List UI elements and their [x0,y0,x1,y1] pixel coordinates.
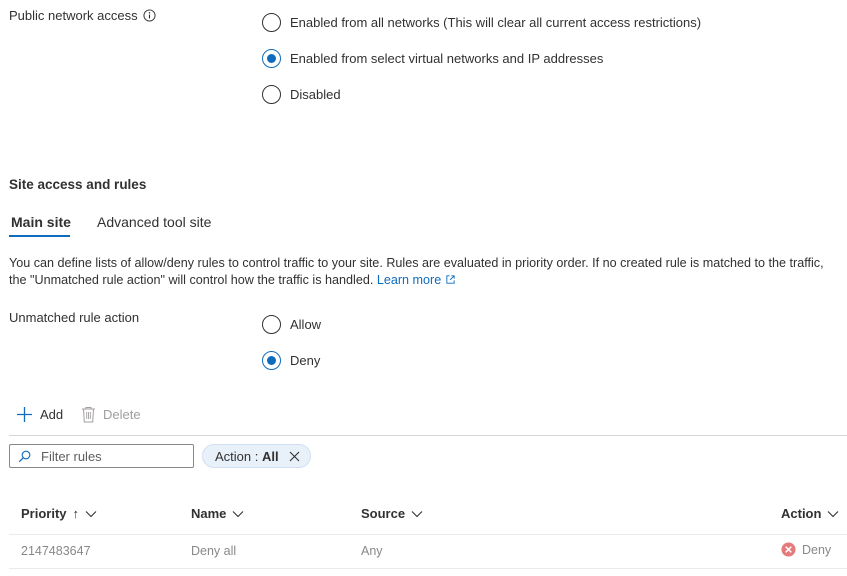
trash-icon [82,407,95,423]
table-header-divider [9,534,847,535]
plus-icon [17,407,32,422]
radio-circle[interactable] [262,13,281,32]
search-icon [18,450,31,462]
chevron-down-icon [411,510,423,517]
filter-rules-input[interactable] [41,448,171,464]
table-cell-priority: 2147483647 [21,544,91,558]
unmatched-rule-action-label: Unmatched rule action [9,310,140,325]
tab-advanced-tool-site[interactable]: Advanced tool site [97,214,211,230]
radio-enabled-all-networks[interactable]: Enabled from all networks (This will cle… [262,13,701,32]
chevron-down-icon [828,510,839,517]
column-header-priority[interactable]: Priority ↑ [21,506,97,521]
radio-circle-checked[interactable] [262,351,281,370]
filter-rules-box[interactable] [9,444,194,468]
radio-deny[interactable]: Deny [262,351,320,370]
radio-circle[interactable] [262,85,281,104]
tab-main-site[interactable]: Main site [11,214,71,230]
deny-icon [781,542,796,557]
pill-label: Action : All [215,448,279,464]
section-title-site-access: Site access and rules [9,177,147,192]
public-network-access-label: Public network access [9,8,156,23]
radio-allow[interactable]: Allow [262,315,321,334]
table-row-divider [9,568,847,569]
table-cell-source: Any [361,544,383,558]
rules-description: You can define lists of allow/deny rules… [9,256,824,287]
chevron-down-icon [85,510,97,517]
column-header-action[interactable]: Action [781,506,839,521]
table-cell-action: Deny [781,542,831,557]
column-header-source[interactable]: Source [361,506,423,521]
radio-enabled-select-networks[interactable]: Enabled from select virtual networks and… [262,49,603,68]
close-icon[interactable] [289,451,300,462]
tab-active-indicator [9,235,70,237]
sort-ascending-icon: ↑ [72,506,80,521]
radio-circle-checked[interactable] [262,49,281,68]
external-link-icon [446,275,455,284]
chevron-down-icon [233,510,244,517]
info-icon[interactable] [143,9,156,22]
radio-circle[interactable] [262,315,281,334]
add-button[interactable]: Add [16,406,63,423]
action-filter-pill[interactable]: Action : All [202,444,311,468]
toolbar-divider [9,435,847,436]
learn-more-link[interactable]: Learn more [377,273,456,287]
column-header-name[interactable]: Name [191,506,244,521]
radio-disabled[interactable]: Disabled [262,85,341,104]
table-cell-name: Deny all [191,544,237,558]
delete-button[interactable]: Delete [81,406,141,423]
